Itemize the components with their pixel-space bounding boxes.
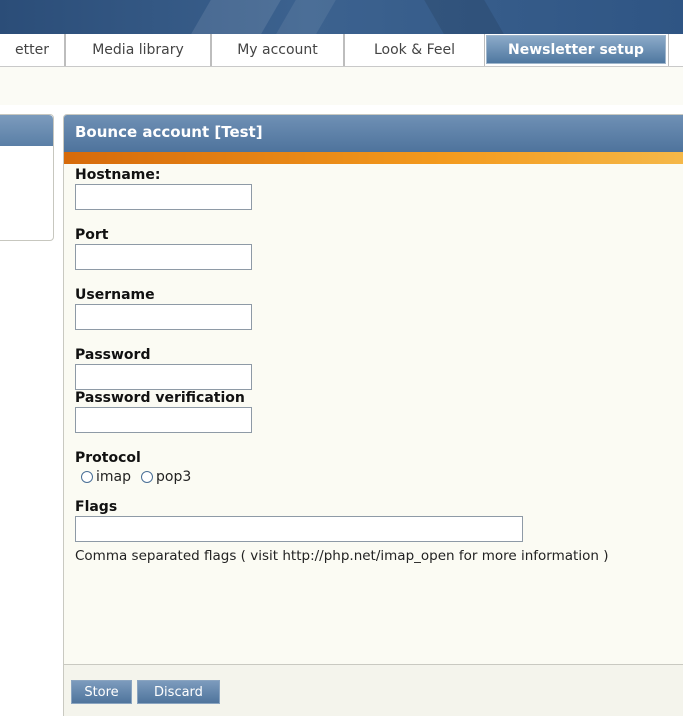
imap-radio[interactable] xyxy=(81,471,93,483)
sidebar-box-header xyxy=(0,115,53,146)
bounce-account-panel: Bounce account [Test] Hostname: Port Use… xyxy=(63,114,683,716)
pop3-radio-label[interactable]: pop3 xyxy=(156,469,191,485)
flags-input[interactable] xyxy=(75,516,523,542)
sidebar-box xyxy=(0,114,54,241)
panel-accent-bar xyxy=(64,152,683,164)
hostname-label: Hostname: xyxy=(75,167,161,183)
password-input[interactable] xyxy=(75,364,252,390)
tab-newsletter-setup[interactable]: Newsletter setup xyxy=(486,35,666,64)
panel-title: Bounce account [Test] xyxy=(64,115,683,152)
password-verification-input[interactable] xyxy=(75,407,252,433)
top-banner xyxy=(0,0,683,34)
panel-footer: Store Discard xyxy=(64,664,683,716)
hostname-input[interactable] xyxy=(75,184,252,210)
protocol-label: Protocol xyxy=(75,450,141,466)
pop3-radio[interactable] xyxy=(141,471,153,483)
password-label: Password xyxy=(75,347,151,363)
tab-overflow[interactable] xyxy=(668,34,683,66)
main-tab-bar: etter Media library My account Look & Fe… xyxy=(0,34,683,67)
tab-my-account[interactable]: My account xyxy=(211,34,344,66)
password-verification-label: Password verification xyxy=(75,390,245,406)
bounce-account-form: Hostname: Port Username Password Passwor… xyxy=(75,167,683,564)
tab-look-and-feel[interactable]: Look & Feel xyxy=(344,34,485,66)
discard-button[interactable]: Discard xyxy=(137,680,220,704)
flags-label: Flags xyxy=(75,499,118,515)
banner-decoration xyxy=(406,0,514,34)
store-button[interactable]: Store xyxy=(71,680,132,704)
username-label: Username xyxy=(75,287,155,303)
username-input[interactable] xyxy=(75,304,252,330)
port-input[interactable] xyxy=(75,244,252,270)
imap-radio-label[interactable]: imap xyxy=(96,469,131,485)
port-label: Port xyxy=(75,227,109,243)
flags-help-text: Comma separated flags ( visit http://php… xyxy=(75,548,609,564)
sub-navigation-strip xyxy=(0,67,683,105)
banner-decoration xyxy=(266,0,354,34)
tab-newsletter[interactable]: etter xyxy=(0,34,65,66)
tab-media-library[interactable]: Media library xyxy=(65,34,211,66)
protocol-radio-group: imap pop3 xyxy=(81,469,683,485)
